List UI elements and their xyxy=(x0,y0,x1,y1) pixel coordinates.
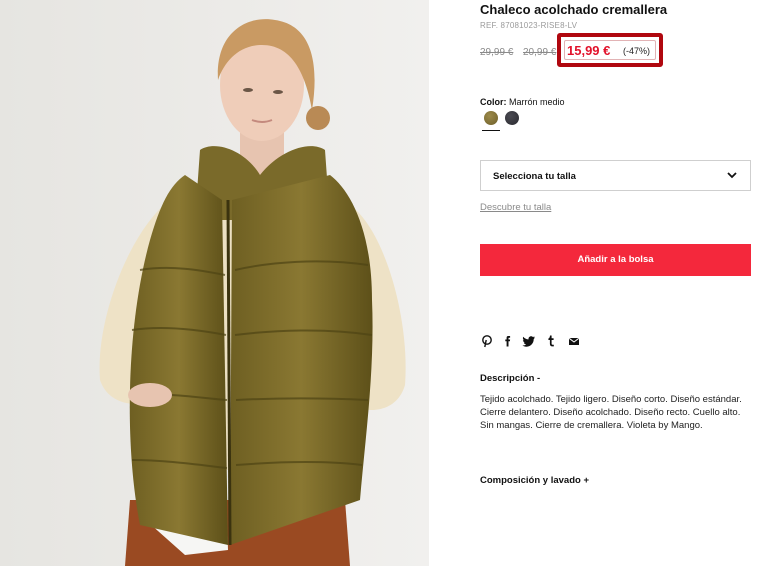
model-illustration xyxy=(0,0,429,566)
product-title: Chaleco acolchado cremallera xyxy=(480,2,668,17)
current-price: 15,99 € xyxy=(567,43,611,58)
size-select[interactable]: Selecciona tu talla xyxy=(480,160,751,191)
twitter-icon[interactable] xyxy=(522,334,536,348)
product-photo[interactable] xyxy=(0,0,429,566)
discount-badge: (-47%) xyxy=(623,46,651,56)
color-label: Color: xyxy=(480,97,507,107)
product-reference: REF. 87081023-RISE8-LV xyxy=(480,21,578,30)
add-to-bag-button[interactable]: Añadir a la bolsa xyxy=(480,244,751,276)
tumblr-icon[interactable] xyxy=(544,334,558,348)
product-info-panel: Chaleco acolchado cremallera REF. 870810… xyxy=(480,0,751,566)
color-selector-label: Color: Marrón medio xyxy=(480,97,565,107)
composition-toggle[interactable]: Composición y lavado + xyxy=(480,475,589,486)
original-price: 29,99 € xyxy=(480,47,514,58)
pinterest-icon[interactable] xyxy=(480,334,494,348)
chevron-down-icon xyxy=(727,172,737,179)
description-text: Tejido acolchado. Tejido ligero. Diseño … xyxy=(480,394,742,431)
color-swatch-brown[interactable] xyxy=(484,111,498,125)
size-guide-link[interactable]: Descubre tu talla xyxy=(480,202,551,213)
color-swatch-black[interactable] xyxy=(505,111,519,125)
previous-price: 20,99 € xyxy=(523,47,557,58)
facebook-icon[interactable] xyxy=(501,334,515,348)
email-icon[interactable] xyxy=(567,334,581,348)
current-price-highlight: 15,99 € (-47%) xyxy=(557,33,663,67)
color-value: Marrón medio xyxy=(509,97,565,107)
selected-swatch-indicator xyxy=(482,130,500,131)
description-toggle[interactable]: Descripción - xyxy=(480,373,540,384)
size-select-label: Selecciona tu talla xyxy=(493,171,576,182)
